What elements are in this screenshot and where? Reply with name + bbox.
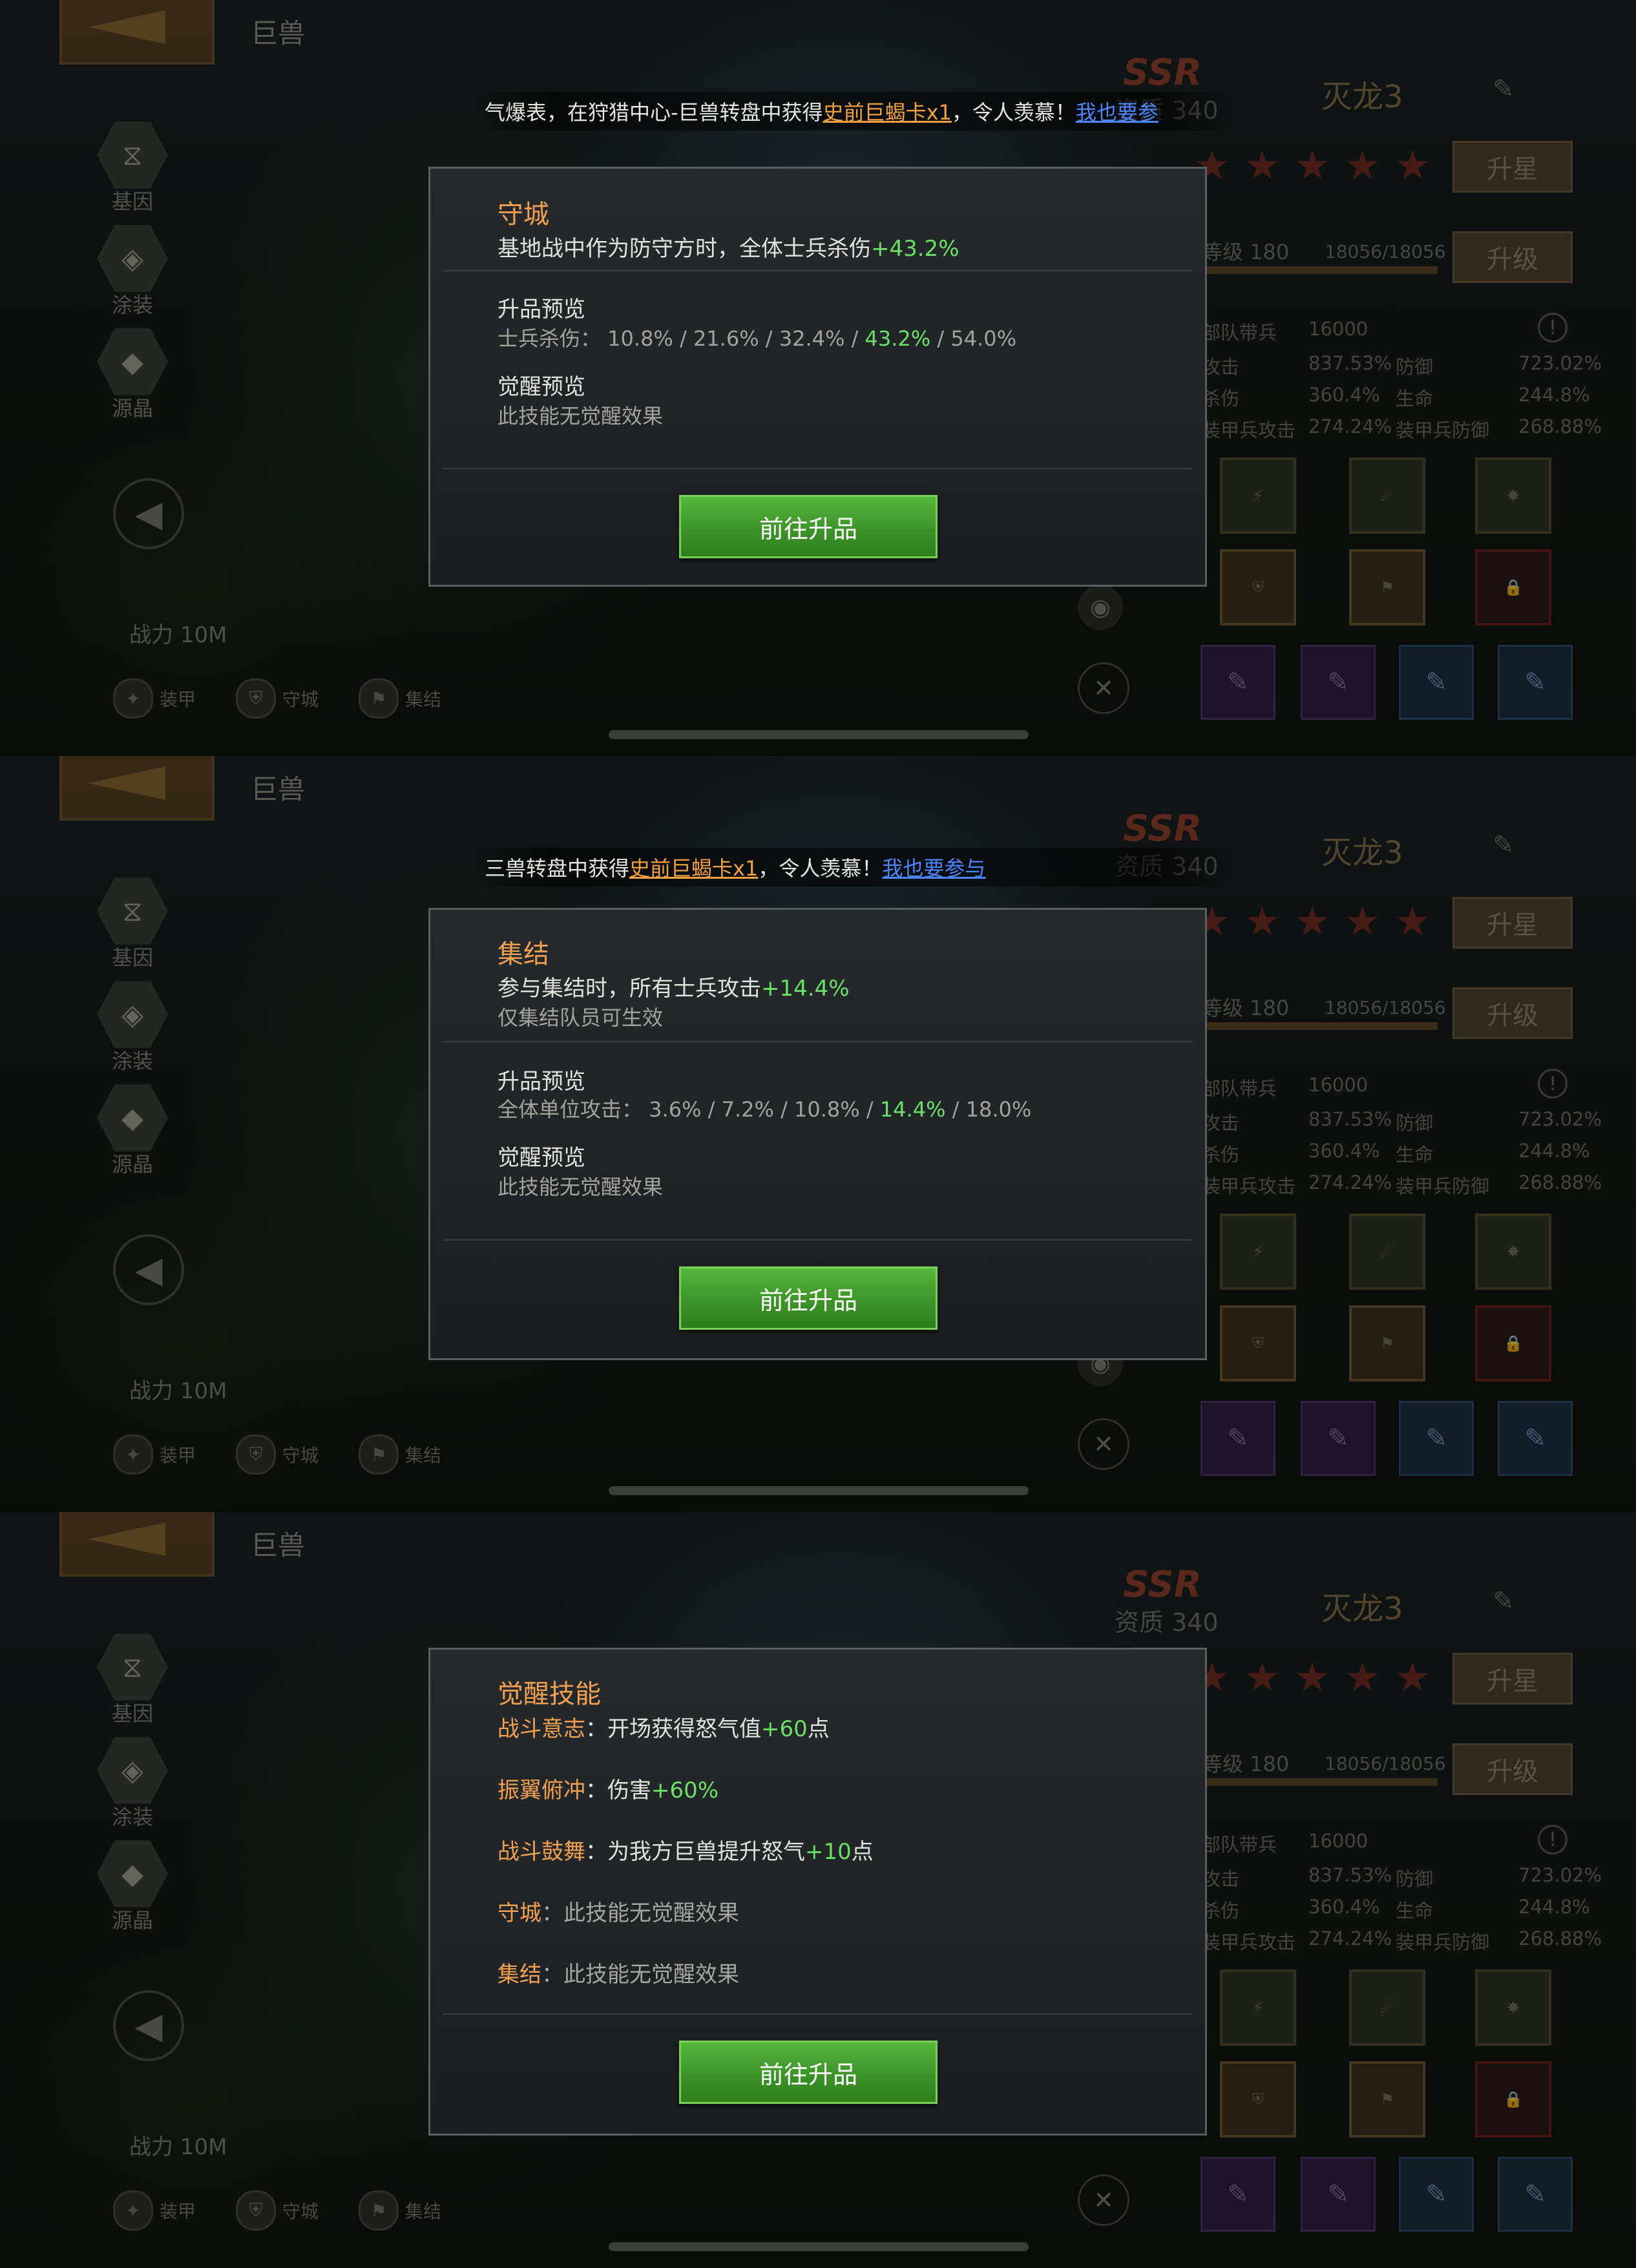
awaken-skill-line: 守城：此技能无觉醒效果 <box>498 1895 739 1927</box>
divider <box>443 2013 1193 2015</box>
awaken-skill-name: 守城 <box>498 1900 541 1926</box>
go-upgrade-button[interactable]: 前往升品 <box>679 2041 938 2104</box>
preview-current: 14.4% <box>879 1097 946 1122</box>
awaken-skill-value: +60% <box>651 1778 719 1803</box>
awaken-preview-title: 觉醒预览 <box>498 1145 585 1171</box>
awaken-skill-value: +60 <box>761 1716 808 1742</box>
awaken-skill-line: 振翼俯冲：伤害+60% <box>498 1772 718 1804</box>
awaken-preview-text: 此技能无觉醒效果 <box>498 1175 664 1199</box>
skill-description: 基地战中作为防守方时，全体士兵杀伤+43.2% <box>498 231 960 262</box>
preview-text: 全体单位攻击： 3.6% / 7.2% / 10.8% / <box>498 1097 880 1122</box>
awaken-dialog: 觉醒技能 战斗意志：开场获得怒气值+60点 振翼俯冲：伤害+60% 战斗鼓舞：为… <box>428 1648 1207 2136</box>
desc-value: +43.2% <box>871 236 960 262</box>
screen-rally-skill: 巨兽 ⧖ 基因 ◈ 涂装 ◆ 源晶 ◀ 战力 10M ✦ 装甲 ⛨ 守城 ⚑ 集结 ◉ ✕ … <box>0 756 1636 1512</box>
preview-current: 43.2% <box>865 326 931 351</box>
awaken-skill-line: 战斗意志：开场获得怒气值+60点 <box>498 1711 830 1743</box>
preview-title: 升品预览 <box>498 297 585 322</box>
screen-defense-skill: 巨兽 ⧖ 基因 ◈ 涂装 ◆ 源晶 ◀ 战力 10M ✦ 装甲 ⛨ 守城 ⚑ 集结 ◉ ✕ … <box>0 0 1636 756</box>
awaken-skill-line: 战斗鼓舞：为我方巨兽提升怒气+10点 <box>498 1834 874 1865</box>
awaken-skill-text: ：伤害 <box>585 1778 651 1803</box>
awaken-preview-text: 此技能无觉醒效果 <box>498 404 664 428</box>
desc-text: 参与集结时，所有士兵攻击 <box>498 976 761 1002</box>
awaken-skill-line: 集结：此技能无觉醒效果 <box>498 1957 739 1988</box>
marquee-text: 气爆表，在狩猎中心-巨兽转盘中获得 <box>485 100 823 125</box>
awaken-skill-text: ：此技能无觉醒效果 <box>541 1962 739 1988</box>
awaken-skill-value: +10 <box>805 1839 852 1865</box>
go-upgrade-button[interactable]: 前往升品 <box>679 1266 938 1330</box>
broadcast-marquee: 三兽转盘中获得 史前巨蝎卡x1 ，令人羡慕！ 我也要参与 <box>472 848 1234 887</box>
go-upgrade-button[interactable]: 前往升品 <box>679 495 938 558</box>
divider <box>443 468 1193 469</box>
awaken-skill-name: 集结 <box>498 1962 541 1988</box>
desc-value: +14.4% <box>761 976 850 1002</box>
preview-title: 升品预览 <box>498 1069 585 1095</box>
awaken-skill-text: 点 <box>807 1716 830 1742</box>
preview-values: 士兵杀伤： 10.8% / 21.6% / 32.4% / 43.2% / 54… <box>498 322 1016 352</box>
marquee-join-link[interactable]: 我也要参 <box>1076 96 1159 126</box>
awaken-skill-name: 战斗鼓舞 <box>498 1839 585 1865</box>
marquee-text: 三兽转盘中获得 <box>485 856 630 881</box>
marquee-text: ，令人羡慕！ <box>758 856 883 881</box>
marquee-text: ，令人羡慕！ <box>951 100 1076 125</box>
dialog-title: 觉醒技能 <box>498 1679 601 1709</box>
awaken-skill-text: ：开场获得怒气值 <box>585 1716 761 1742</box>
preview-text: / 54.0% <box>930 326 1016 351</box>
dialog-title: 集结 <box>498 940 549 969</box>
awaken-skill-text: 点 <box>851 1839 874 1865</box>
dialog-title: 守城 <box>498 200 549 229</box>
skill-dialog: 守城 基地战中作为防守方时，全体士兵杀伤+43.2% 升品预览 士兵杀伤： 10… <box>428 167 1207 587</box>
preview-values: 全体单位攻击： 3.6% / 7.2% / 10.8% / 14.4% / 18… <box>498 1093 1031 1123</box>
marquee-join-link[interactable]: 我也要参与 <box>882 852 985 882</box>
divider <box>443 1239 1193 1241</box>
marquee-item-link[interactable]: 史前巨蝎卡x1 <box>823 96 952 126</box>
preview-text: 士兵杀伤： 10.8% / 21.6% / 32.4% / <box>498 326 865 351</box>
divider <box>443 270 1193 271</box>
divider <box>443 1041 1193 1042</box>
preview-text: / 18.0% <box>945 1097 1032 1122</box>
broadcast-marquee: 气爆表，在狩猎中心-巨兽转盘中获得 史前巨蝎卡x1 ，令人羡慕！ 我也要参 <box>472 92 1234 131</box>
skill-description: 参与集结时，所有士兵攻击+14.4% <box>498 971 850 1002</box>
awaken-skill-name: 振翼俯冲 <box>498 1778 585 1803</box>
screen-awaken-skill: 巨兽 ⧖ 基因 ◈ 涂装 ◆ 源晶 ◀ 战力 10M ✦ 装甲 ⛨ 守城 ⚑ 集结 ✕ SS… <box>0 1512 1636 2268</box>
screenshot-stack: 巨兽 ⧖ 基因 ◈ 涂装 ◆ 源晶 ◀ 战力 10M ✦ 装甲 ⛨ 守城 ⚑ 集结 ◉ ✕ … <box>0 0 1636 2268</box>
awaken-skill-text: ：为我方巨兽提升怒气 <box>585 1839 805 1865</box>
marquee-item-link[interactable]: 史前巨蝎卡x1 <box>629 852 758 882</box>
awaken-skill-name: 战斗意志 <box>498 1716 585 1742</box>
desc-text: 基地战中作为防守方时，全体士兵杀伤 <box>498 236 871 262</box>
awaken-skill-text: ：此技能无觉醒效果 <box>541 1900 739 1926</box>
skill-dialog: 集结 参与集结时，所有士兵攻击+14.4% 仅集结队员可生效 升品预览 全体单位… <box>428 908 1207 1360</box>
awaken-preview-title: 觉醒预览 <box>498 374 585 400</box>
skill-note: 仅集结队员可生效 <box>498 1005 664 1030</box>
